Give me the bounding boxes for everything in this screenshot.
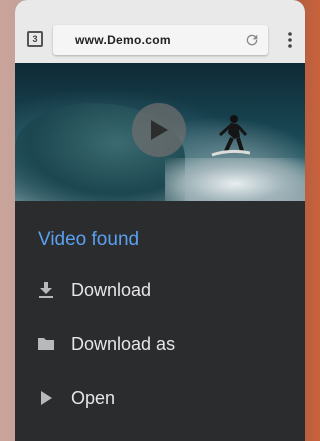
tab-count-label: 3 xyxy=(32,34,38,44)
download-button[interactable]: Download xyxy=(15,265,305,315)
video-found-sheet: Video found Download Download as Open xyxy=(15,201,305,441)
surfer-image xyxy=(211,115,250,157)
play-icon xyxy=(41,391,52,405)
overflow-menu-icon[interactable] xyxy=(283,31,297,49)
video-preview[interactable] xyxy=(15,63,305,203)
browser-toolbar: 3 www.Demo.com xyxy=(15,0,305,63)
reload-icon[interactable] xyxy=(244,32,260,48)
open-label: Open xyxy=(71,387,116,408)
open-button[interactable]: Open xyxy=(15,373,305,423)
tab-switcher-button[interactable]: 3 xyxy=(27,31,43,47)
sheet-title: Video found xyxy=(38,229,140,250)
address-bar[interactable]: www.Demo.com xyxy=(53,25,268,55)
download-icon xyxy=(39,282,53,298)
play-icon xyxy=(151,120,168,140)
download-label: Download xyxy=(71,279,152,300)
folder-icon xyxy=(38,338,54,350)
url-text: www.Demo.com xyxy=(75,33,171,47)
foam-image xyxy=(165,158,305,201)
download-as-label: Download as xyxy=(71,333,176,354)
play-button[interactable] xyxy=(132,103,186,157)
phone-screen: 3 www.Demo.com Video found Download Down… xyxy=(15,0,305,441)
download-as-button[interactable]: Download as xyxy=(15,319,305,369)
